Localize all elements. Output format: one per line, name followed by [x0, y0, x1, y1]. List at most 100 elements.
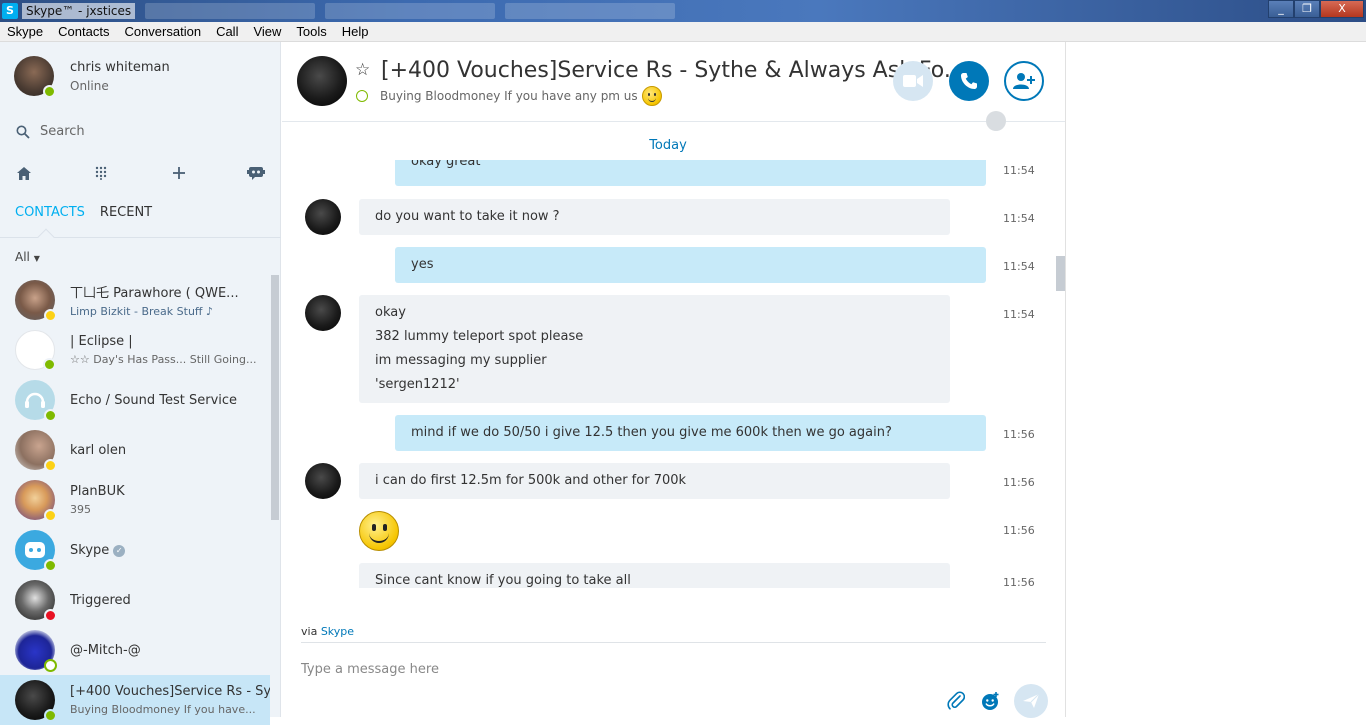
maximize-button[interactable]: ❐	[1294, 0, 1320, 18]
message-bubble-incoming[interactable]: i can do first 12.5m for 500k and other …	[359, 463, 950, 499]
contact-avatar	[15, 630, 57, 672]
profile-avatar[interactable]	[14, 56, 56, 98]
message-time: 11:54	[1003, 212, 1035, 225]
contact-avatar	[15, 480, 57, 522]
contact-name: PlanBUK	[70, 484, 125, 499]
message-bubble-outgoing[interactable]: yes	[395, 247, 986, 283]
contact-item[interactable]: Triggered	[0, 575, 270, 625]
menu-call[interactable]: Call	[209, 24, 246, 39]
search-label: Search	[40, 124, 85, 139]
contact-name: Skype ✓	[70, 542, 126, 558]
conversation-pane: ☆ [+400 Vouches]Service Rs - Sythe & Alw…	[282, 42, 1066, 718]
message-text: 382 lummy teleport spot please	[375, 329, 584, 344]
menu-view[interactable]: View	[246, 24, 289, 39]
menu-tools[interactable]: Tools	[289, 24, 334, 39]
contacts-filter-dropdown[interactable]: All ▼	[15, 250, 40, 264]
message-text: mind if we do 50/50 i give 12.5 then you…	[411, 425, 892, 440]
message-time: 11:56	[1003, 476, 1035, 489]
conversation-mood: Buying Bloodmoney If you have any pm us	[356, 86, 662, 106]
profile-status[interactable]: Online	[70, 79, 170, 93]
presence-busy-icon	[44, 609, 57, 622]
contact-item[interactable]: | Eclipse | ☆☆ Day's Has Pass... Still G…	[0, 325, 270, 375]
menu-skype[interactable]: Skype	[0, 24, 51, 39]
contact-avatar	[15, 280, 57, 322]
dialpad-icon[interactable]	[91, 163, 111, 183]
message-text: okay	[375, 305, 406, 320]
messages-scrollbar[interactable]	[1056, 256, 1065, 291]
contact-name: [+400 Vouches]Service Rs - Sy...	[70, 684, 270, 699]
menu-help[interactable]: Help	[335, 24, 377, 39]
contact-name: karl olen	[70, 442, 127, 458]
close-button[interactable]: X	[1320, 0, 1364, 18]
bot-icon[interactable]	[246, 163, 266, 183]
audio-call-button[interactable]	[949, 61, 989, 101]
message-text: Since cant know if you going to take all	[375, 573, 631, 588]
sidebar: chris whiteman Online Search CONTACTS RE…	[0, 42, 281, 725]
via-label: via Skype	[301, 625, 354, 638]
contact-item[interactable]: @-Mitch-@	[0, 625, 270, 675]
profile-header[interactable]: chris whiteman Online	[14, 56, 170, 98]
plus-icon[interactable]	[169, 163, 189, 183]
message-input[interactable]: Type a message here	[301, 662, 439, 677]
contact-mood: Buying Bloodmoney If you have...	[70, 703, 256, 716]
emoticon-button[interactable]	[979, 690, 1001, 712]
add-contact-icon	[1013, 73, 1035, 89]
attach-icon	[947, 691, 965, 710]
menu-contacts[interactable]: Contacts	[51, 24, 117, 39]
contact-name: 丅凵乇 Parawhore ( QWE...	[70, 286, 239, 301]
via-skype-link[interactable]: Skype	[321, 625, 354, 638]
smile-emoticon-icon[interactable]	[359, 511, 399, 551]
contact-avatar	[15, 680, 57, 722]
contact-item[interactable]: 丅凵乇 Parawhore ( QWE... Limp Bizkit - Bre…	[0, 275, 270, 325]
tab-selection-caret	[37, 228, 55, 246]
contact-item[interactable]: PlanBUK 395	[0, 475, 270, 525]
message-text: yes	[411, 257, 434, 272]
add-participant-button[interactable]	[1004, 61, 1044, 101]
contact-avatar	[15, 580, 57, 622]
contact-item[interactable]: Skype ✓	[0, 525, 270, 575]
message-text: do you want to take it now ?	[375, 209, 560, 224]
message-bubble-outgoing[interactable]: mind if we do 50/50 i give 12.5 then you…	[395, 415, 986, 451]
contacts-scrollbar[interactable]	[271, 275, 279, 520]
home-icon[interactable]	[14, 163, 34, 183]
background-taskbar-tab	[145, 3, 316, 19]
sender-avatar[interactable]	[305, 463, 341, 499]
conversation-title[interactable]: [+400 Vouches]Service Rs - Sythe & Alway…	[381, 58, 965, 83]
contact-avatar	[15, 330, 56, 371]
window-title-bar: S Skype™ - jxstices _ ❐ X	[0, 0, 1366, 22]
minimize-button[interactable]: _	[1268, 0, 1294, 18]
menu-conversation[interactable]: Conversation	[117, 24, 209, 39]
message-bubble-outgoing[interactable]: okay great	[395, 160, 986, 186]
contact-avatar	[15, 380, 57, 422]
profile-name: chris whiteman	[70, 60, 170, 75]
contact-name-text: Skype	[70, 542, 110, 558]
video-call-button[interactable]	[893, 61, 933, 101]
filter-label: All	[15, 250, 30, 264]
sender-avatar[interactable]	[305, 295, 341, 331]
presence-away-icon	[44, 509, 57, 522]
message-time: 11:54	[1003, 308, 1035, 321]
sender-avatar[interactable]	[305, 199, 341, 235]
contact-item[interactable]: Echo / Sound Test Service	[0, 375, 270, 425]
chevron-down-icon: ▼	[33, 254, 40, 263]
tab-recent[interactable]: RECENT	[100, 205, 152, 220]
send-button[interactable]	[1014, 684, 1048, 718]
conversation-avatar[interactable]	[297, 56, 347, 106]
contact-avatar	[15, 530, 57, 572]
tab-contacts[interactable]: CONTACTS	[15, 205, 85, 220]
globe-icon	[986, 111, 1006, 131]
message-bubble-incoming[interactable]: Since cant know if you going to take all	[359, 563, 950, 588]
contact-item[interactable]: karl olen	[0, 425, 270, 475]
message-bubble-incoming[interactable]: okay 382 lummy teleport spot please im m…	[359, 295, 950, 403]
message-bubble-incoming[interactable]: do you want to take it now ?	[359, 199, 950, 235]
contact-item-selected[interactable]: [+400 Vouches]Service Rs - Sy... Buying …	[0, 675, 270, 725]
star-icon[interactable]: ☆	[355, 60, 370, 80]
message-time: 11:56	[1003, 428, 1035, 441]
presence-online-icon	[44, 409, 57, 422]
contact-mood: Limp Bizkit - Break Stuff ♪	[70, 305, 214, 318]
search-box[interactable]: Search	[16, 124, 85, 139]
attach-button[interactable]	[945, 690, 967, 712]
contact-name: Triggered	[70, 592, 131, 608]
contact-list: 丅凵乇 Parawhore ( QWE... Limp Bizkit - Bre…	[0, 275, 270, 725]
date-divider: Today	[649, 138, 687, 153]
